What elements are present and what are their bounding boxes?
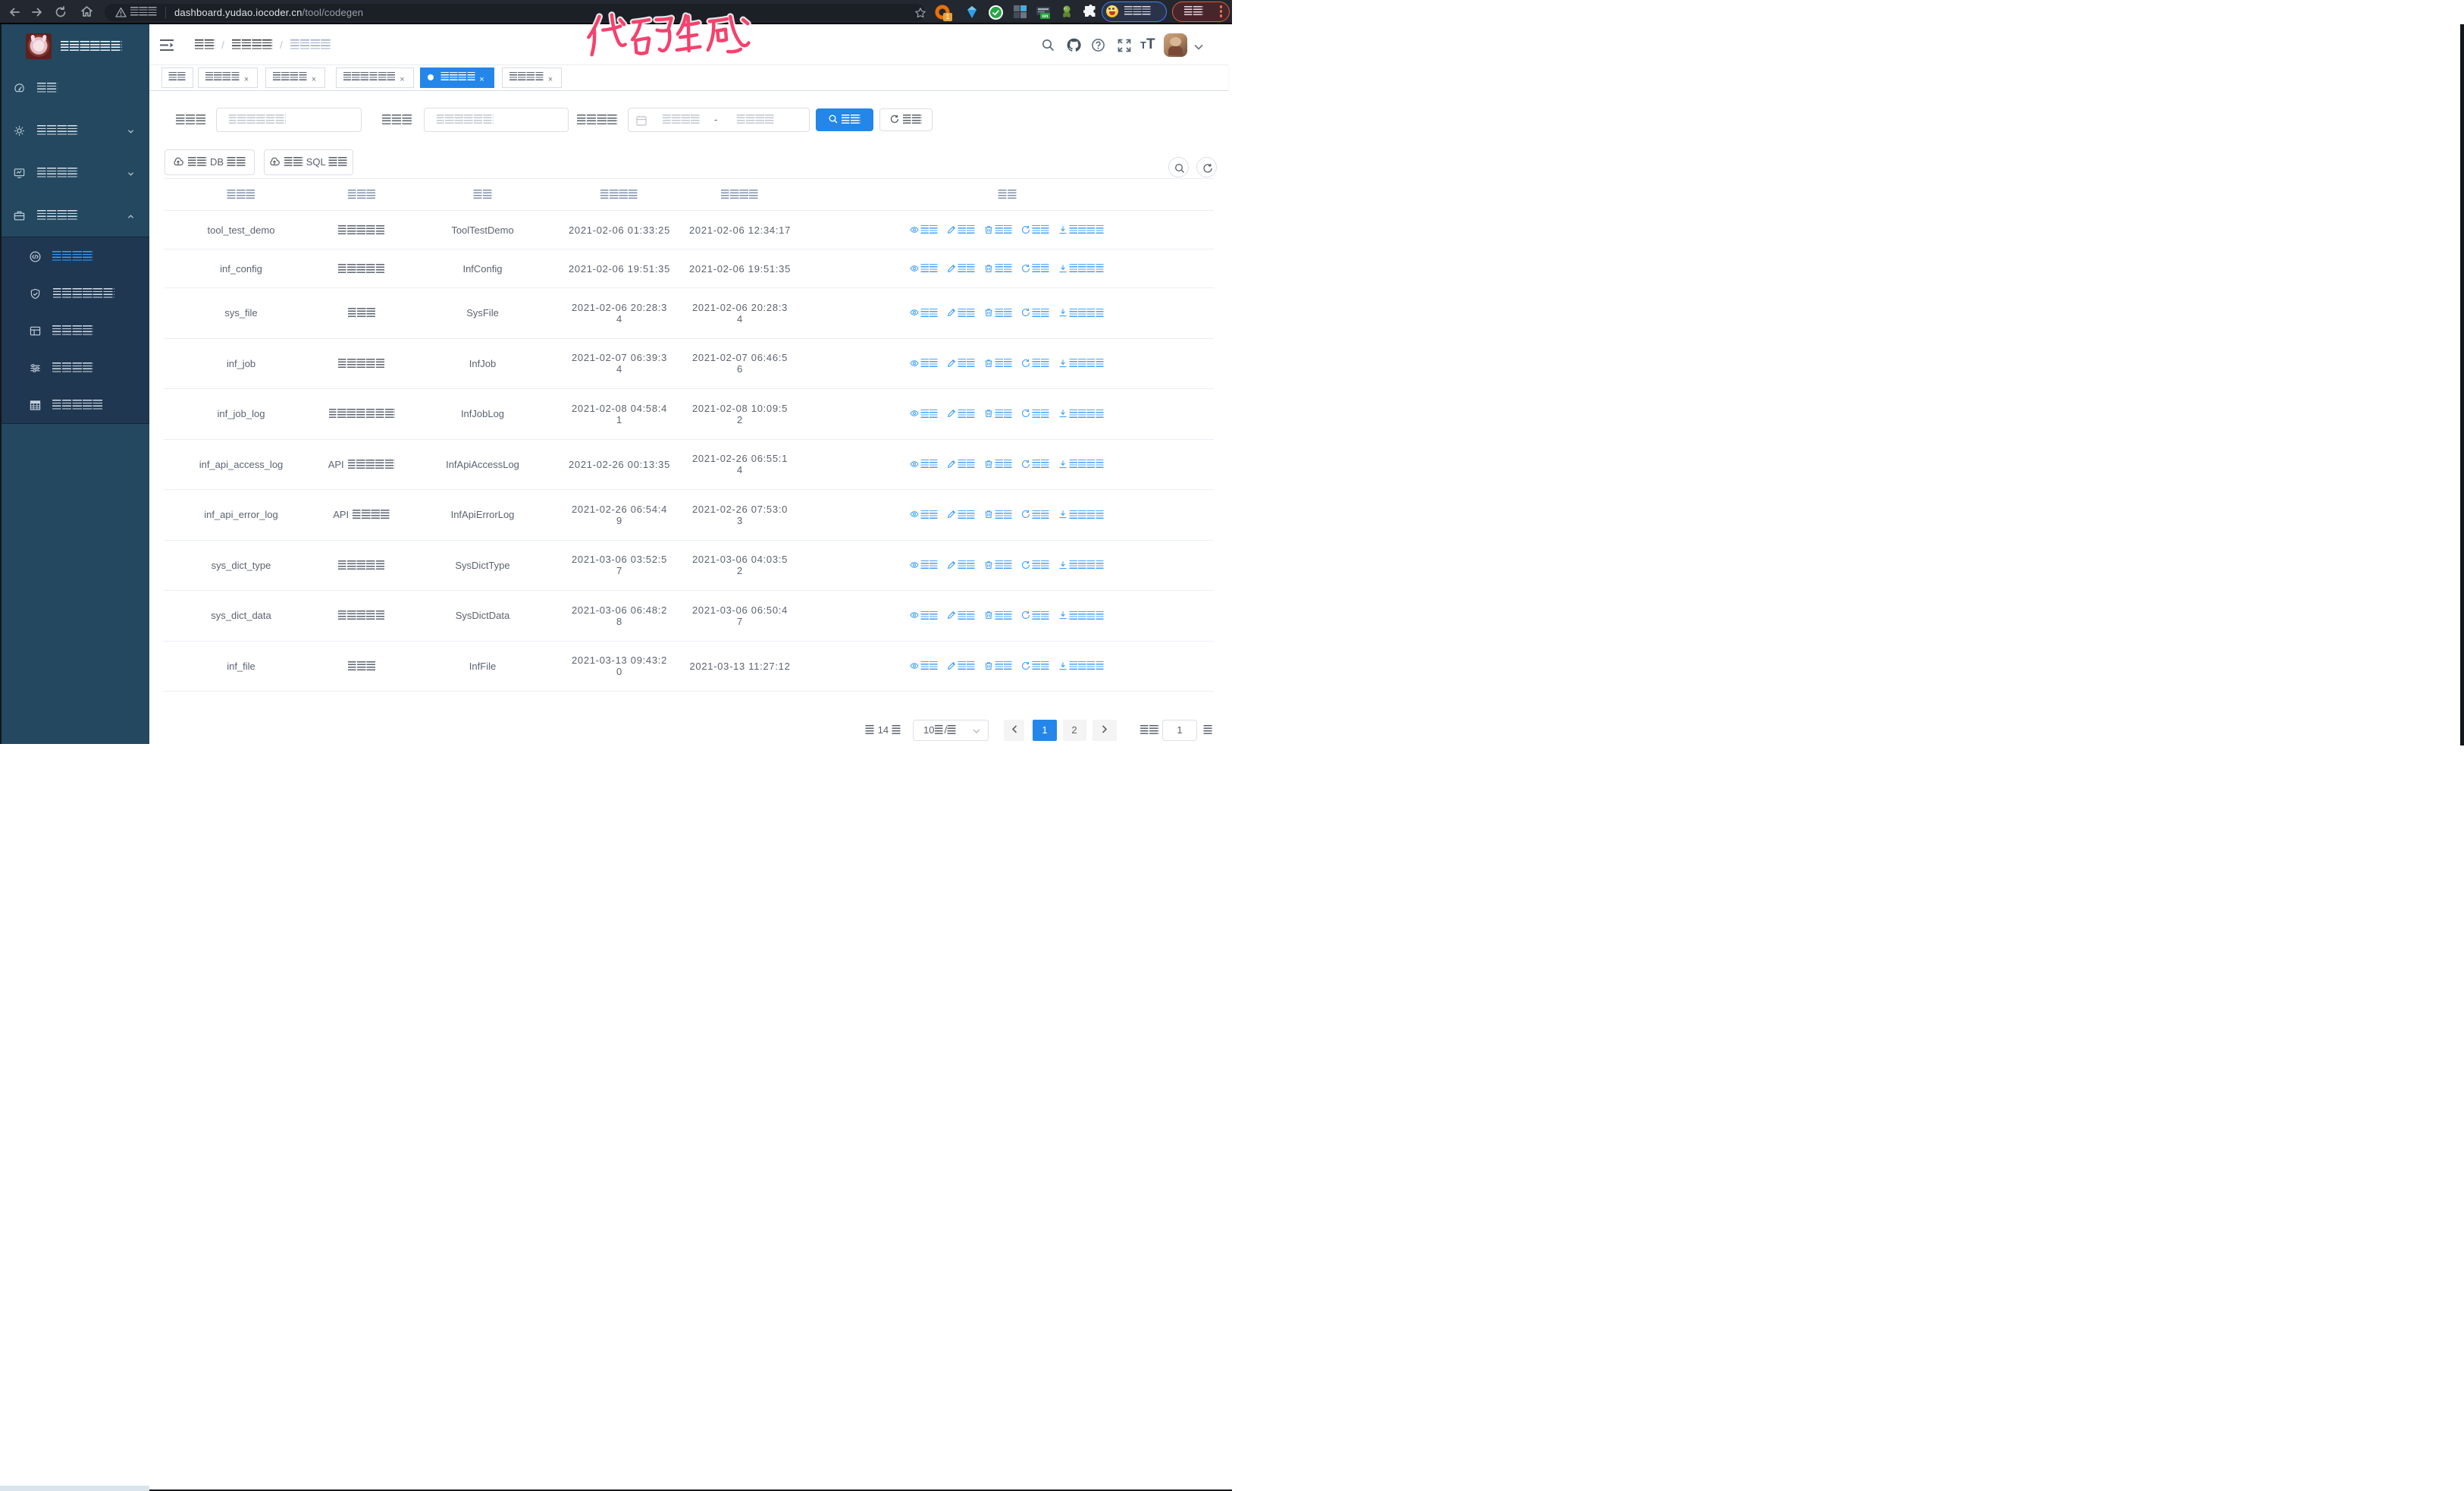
svg-text:on: on: [1042, 14, 1049, 19]
